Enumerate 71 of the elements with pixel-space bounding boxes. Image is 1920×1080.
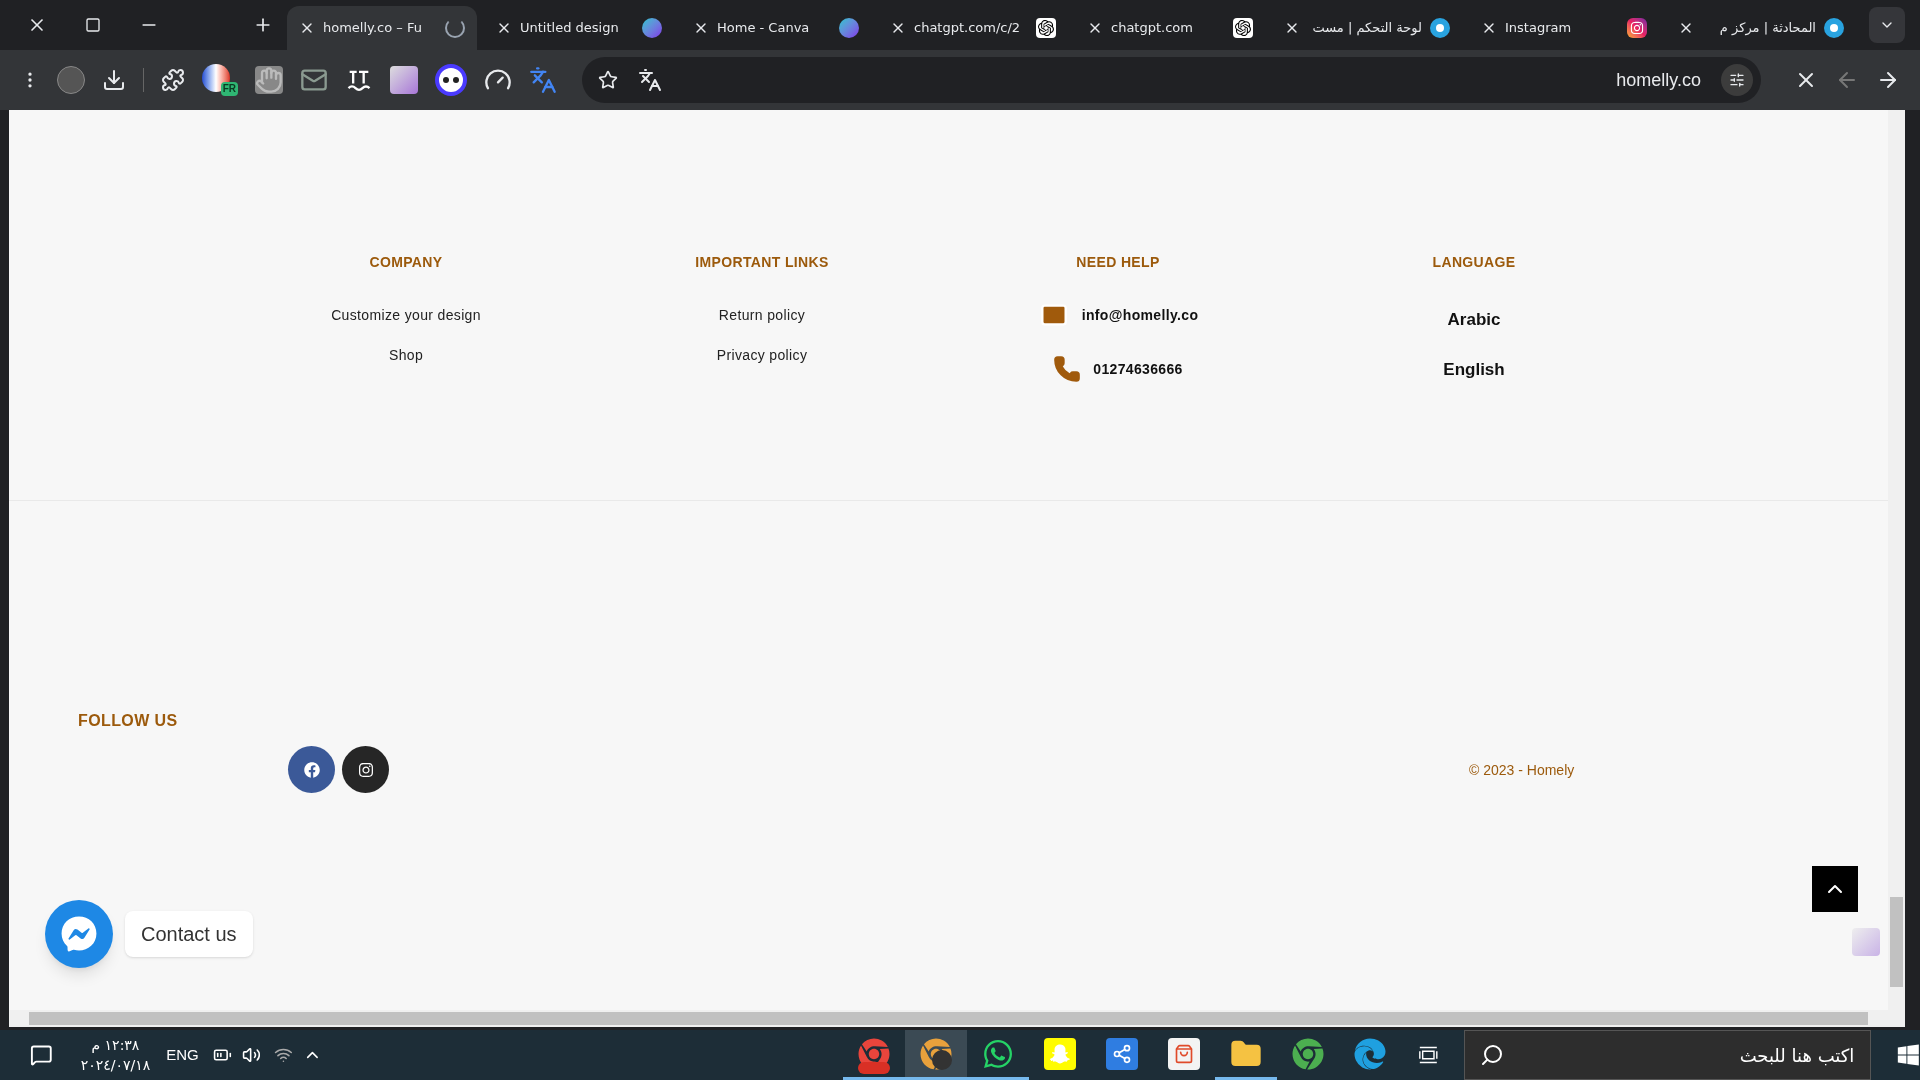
column-heading: COMPANY [369,253,443,272]
footer-link[interactable]: Customize your design [331,295,481,335]
edge-icon [1354,1037,1387,1070]
instagram-icon [357,761,374,778]
follow-heading: FOLLOW US [78,711,179,731]
language-indicator[interactable]: ENG [166,1043,199,1067]
url-text: homelly.co [1616,68,1701,92]
taskbar-app[interactable] [905,1030,968,1080]
column-heading: NEED HELP [1076,253,1160,272]
language-link[interactable]: English [1443,345,1505,395]
tab-title: chatgpt.com [1111,19,1194,38]
ghost-icon[interactable] [435,64,467,96]
site-settings-icon[interactable] [1721,64,1753,96]
browser-tab[interactable]: chatgpt.com [1075,6,1265,50]
messenger-button[interactable] [45,900,113,968]
store-icon [1168,1037,1201,1070]
footer-link[interactable]: Shop [388,335,424,375]
extension-badge: FR [220,82,238,96]
profile-avatar[interactable] [57,66,85,94]
language-link[interactable]: Arabic [1447,295,1501,345]
chrome-icon [920,1037,953,1070]
extensions-icon[interactable] [161,68,185,92]
horizontal-scrollbar[interactable] [9,1010,1888,1027]
translate-icon[interactable] [529,66,557,94]
browser-tab[interactable]: Instagram [1469,6,1659,50]
vertical-scrollbar[interactable] [1888,110,1905,1027]
tab-title: المحادثة | مركز م [1718,19,1816,38]
facebook-icon [303,761,320,778]
maximize-icon[interactable] [85,17,101,33]
address-bar[interactable]: homelly.co [582,57,1761,103]
browser-tab[interactable]: Untitled design [484,6,674,50]
search-icon [1479,1043,1504,1067]
star-icon[interactable] [598,70,618,90]
copyright-text: © 2023 - Homely [1469,761,1575,780]
share-icon [1106,1037,1139,1070]
tab-title: Untitled design [520,19,620,38]
whatsapp-icon [982,1037,1015,1070]
chatgpt-icon [1233,18,1253,38]
tab-title: chatgpt.com/c/2 [914,19,1022,38]
tab-search-button[interactable] [1869,7,1905,43]
phone-link[interactable]: 01274636666 [1093,358,1183,380]
email-link[interactable]: info@homelly.co [1081,304,1199,326]
search-field[interactable]: اكتب هنا للبحث [1463,1030,1872,1080]
column-heading: LANGUAGE [1432,253,1516,272]
chatgpt-icon [1036,18,1056,38]
browser-tab[interactable]: chatgpt.com/c/2 [878,6,1068,50]
download-icon[interactable] [102,68,126,92]
windows-icon[interactable] [1897,1043,1920,1067]
chrome-icon [1292,1037,1325,1070]
instagram-button[interactable] [342,746,389,793]
tab-title: لوحة التحكم | مست [1311,19,1422,38]
volume-icon[interactable] [241,1045,261,1065]
facebook-button[interactable] [288,746,335,793]
clock[interactable]: ١٢:٣٨ م ٢٠٢٤/٠٧/١٨ [80,1035,151,1075]
tab-title: Instagram [1505,19,1573,38]
browser-tab[interactable]: المحادثة | مركز م [1666,6,1856,50]
contact-us-label: Contact us [125,911,253,957]
browser-tab[interactable]: لوحة التحكم | مست [1272,6,1462,50]
tab-title: Home - Canva [717,19,811,38]
browser-tab[interactable]: Home - Canva [681,6,871,50]
messenger-icon [61,916,97,952]
notification-icon[interactable] [30,1043,53,1067]
instagram-icon [1627,18,1647,38]
tab-title: homelly.co – Fu [323,19,423,38]
footer-link[interactable]: Privacy policy [716,335,808,375]
footer-link[interactable]: Return policy [718,295,806,335]
browser-tab[interactable]: homelly.co – Fu [287,6,477,50]
phone-icon [1053,355,1082,383]
translate-page-icon[interactable] [638,68,662,92]
snapchat-icon [1044,1037,1077,1070]
column-heading: IMPORTANT LINKS [695,253,829,272]
